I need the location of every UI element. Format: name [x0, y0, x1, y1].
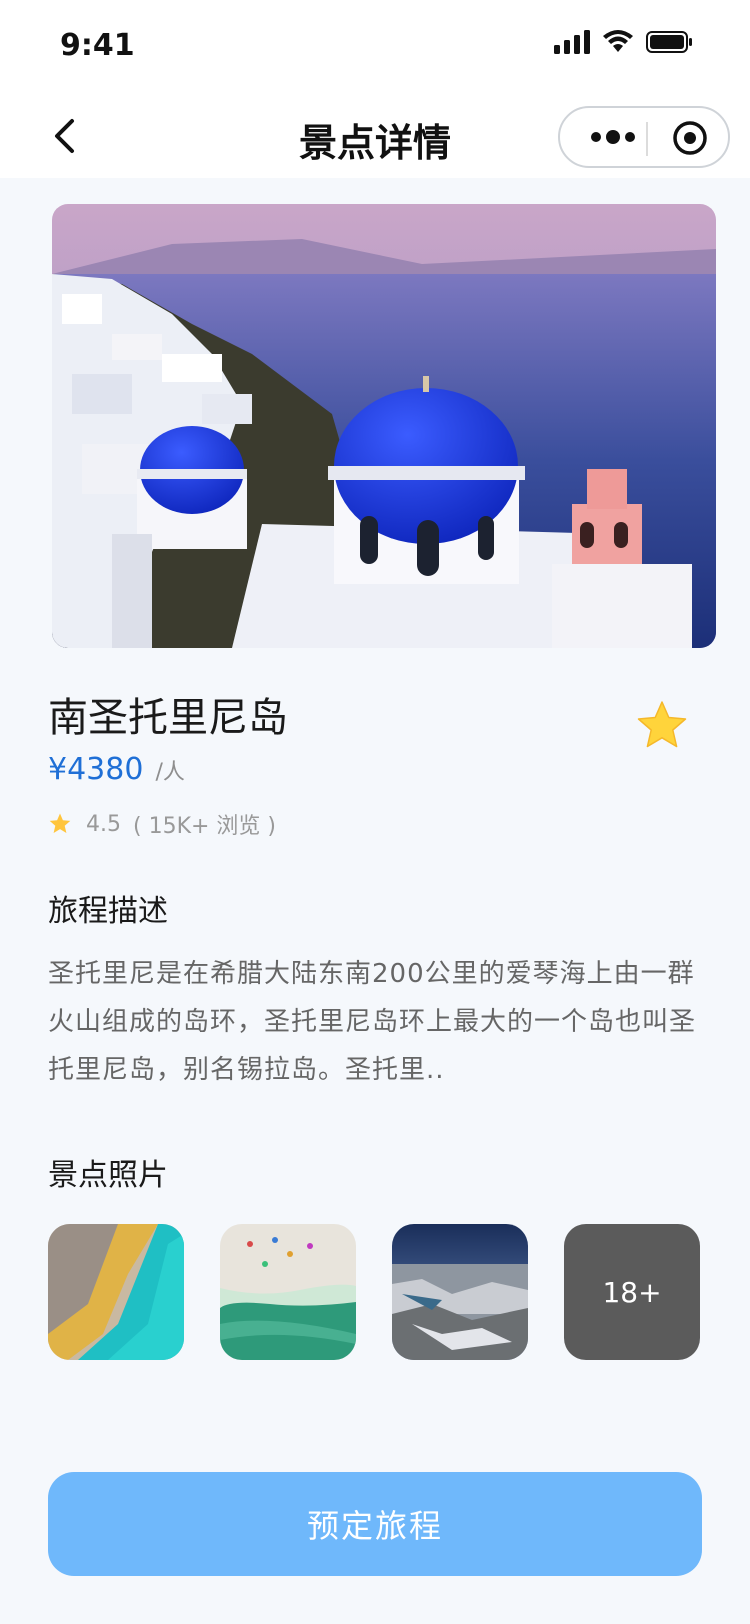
navigation-bar: 景点详情 — [0, 96, 750, 178]
photo-thumbnail[interactable] — [392, 1224, 528, 1360]
status-time: 9:41 — [60, 28, 135, 63]
wifi-icon — [603, 30, 633, 52]
santorini-photo — [52, 204, 716, 648]
battery-icon — [646, 31, 692, 53]
rating-value: 4.5 — [86, 811, 121, 837]
rating-star-icon — [49, 813, 71, 833]
price-unit: /人 — [155, 760, 185, 785]
status-icons — [554, 30, 694, 54]
status-bar: 9:41 — [0, 0, 750, 96]
rating-line: 4.5 ( 15K+ 浏览 ) — [48, 808, 708, 840]
more-photos-count: 18+ — [602, 1275, 662, 1309]
aerial-coast-photo — [48, 1224, 184, 1360]
photo-thumbnail[interactable] — [48, 1224, 184, 1360]
photo-thumbnails: 18+ — [48, 1224, 700, 1360]
cellular-signal-icon — [554, 30, 590, 54]
price: ¥4380 — [48, 752, 144, 787]
price-line: ¥4380 /人 — [48, 752, 708, 796]
close-miniprogram-icon[interactable] — [672, 120, 708, 156]
more-options-icon[interactable] — [588, 122, 638, 152]
capsule-divider — [646, 122, 648, 156]
photo-thumbnail[interactable] — [220, 1224, 356, 1360]
photos-title: 景点照片 — [48, 1158, 168, 1193]
aerial-beach-photo — [220, 1224, 356, 1360]
book-trip-button[interactable]: 预定旅程 — [48, 1472, 702, 1576]
spot-name: 南圣托里尼岛 — [48, 695, 288, 741]
mini-program-capsule — [558, 106, 730, 168]
description-text: 圣托里尼是在希腊大陆东南200公里的爱琴海上由一群火山组成的岛环，圣托里尼岛环上… — [48, 959, 697, 1085]
description-title: 旅程描述 — [48, 894, 168, 929]
more-photos-button[interactable]: 18+ — [564, 1224, 700, 1360]
spot-info: 南圣托里尼岛 ¥4380 /人 4.5 ( 15K+ 浏览 ) — [48, 690, 708, 840]
favorite-star-icon[interactable] — [634, 698, 690, 754]
view-count: ( 15K+ 浏览 ) — [133, 814, 277, 839]
aerial-mountains-photo — [392, 1224, 528, 1360]
hero-image — [52, 204, 716, 648]
